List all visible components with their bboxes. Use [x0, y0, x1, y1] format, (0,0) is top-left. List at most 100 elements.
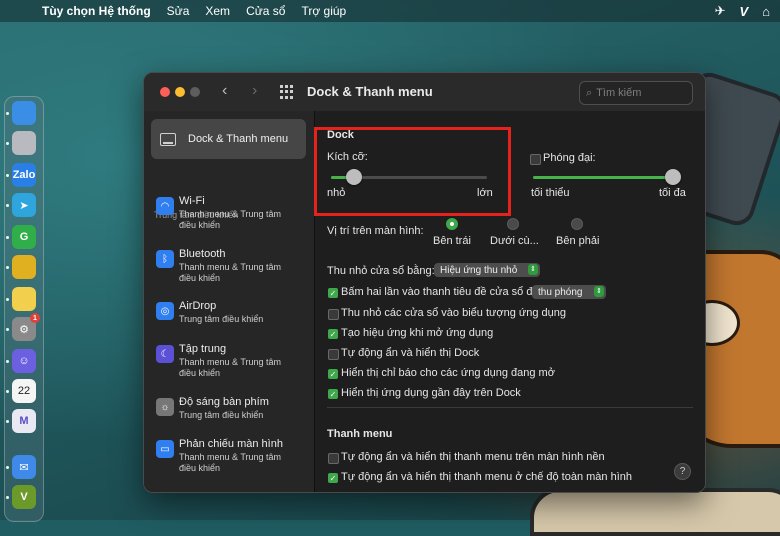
- back-icon[interactable]: ‹: [222, 82, 227, 100]
- minimize-label: Thu nhỏ cửa sổ bằng:: [327, 265, 435, 277]
- magnification-slider[interactable]: [533, 169, 681, 185]
- notification-badge: 1: [30, 313, 40, 323]
- minimize-effect-value: Hiệu ứng thu nhỏ: [440, 264, 518, 276]
- menu-help[interactable]: Trợ giúp: [301, 4, 346, 18]
- highlight-annotation-box: [314, 127, 511, 216]
- sidebar-item-dock-menubar[interactable]: Dock & Thanh menu: [151, 119, 306, 159]
- running-indicator: [6, 112, 9, 115]
- menu-bar: Tùy chọn Hệ thống Sửa Xem Cửa sổ Trợ giú…: [0, 0, 780, 22]
- dock-app-app-v-icon[interactable]: V: [12, 485, 36, 509]
- position-right-radio[interactable]: [571, 218, 583, 230]
- dock-app-telegram-icon[interactable]: ➤: [12, 193, 36, 217]
- sidebar-item-label: Dock & Thanh menu: [188, 133, 289, 145]
- search-icon: ⌕: [586, 86, 593, 99]
- dock: Zalo ➤ G ⚙ 1 ☺ 22 M ✉ V: [4, 96, 44, 522]
- system-preferences-window: ‹ › Dock & Thanh menu ⌕ Tìm kiếm Dock & …: [143, 72, 706, 493]
- airdrop-icon: ◎: [156, 302, 174, 320]
- position-label: Vị trí trên màn hình:: [327, 225, 424, 237]
- checkbox-label: Thu nhỏ các cửa sổ vào biểu tượng ứng dụ…: [341, 307, 567, 319]
- section-divider: [327, 407, 693, 408]
- status-extra-icon-2[interactable]: V: [739, 4, 748, 19]
- dock-app-mail-icon[interactable]: ✉: [12, 455, 36, 479]
- checkbox[interactable]: ✓: [328, 369, 338, 379]
- dock-app-app-green-icon[interactable]: G: [12, 225, 36, 249]
- running-indicator: [6, 298, 9, 301]
- status-extra-icon-3[interactable]: ⌂: [762, 4, 770, 19]
- position-bottom-radio[interactable]: [507, 218, 519, 230]
- search-placeholder: Tìm kiếm: [596, 87, 642, 99]
- preferences-content: Dock Kích cỡ: nhỏ lớn Phóng đại: tối thi…: [314, 111, 705, 492]
- forward-icon[interactable]: ›: [252, 82, 257, 100]
- sidebar-item-subtitle: Trung tâm điều khiển: [179, 410, 264, 420]
- dock-app-system-preferences-icon[interactable]: ⚙ 1: [12, 313, 40, 341]
- keyboard-brightness-icon: ☼: [156, 398, 174, 416]
- running-indicator: [6, 360, 9, 363]
- status-extra-icon-1[interactable]: ✈: [715, 3, 726, 19]
- checkbox[interactable]: [328, 349, 339, 360]
- moon-icon: ☾: [156, 345, 174, 363]
- magnification-slider-knob[interactable]: [665, 169, 681, 185]
- minimize-button[interactable]: [175, 87, 185, 97]
- wifi-icon: ◠: [156, 197, 174, 215]
- select-chevron-icon: ⇕: [528, 264, 538, 275]
- magnify-label: Phóng đại:: [543, 152, 596, 164]
- bluetooth-icon: ᛒ: [156, 250, 174, 268]
- window-titlebar: ‹ › Dock & Thanh menu ⌕ Tìm kiếm: [144, 73, 705, 111]
- checkbox[interactable]: ✓: [328, 329, 338, 339]
- position-left-label: Bên trái: [433, 235, 471, 247]
- sidebar: Dock & Thanh menu Trung tâm điều khiển ◠…: [144, 111, 315, 492]
- checkbox-label: Hiển thị chỉ báo cho các ứng dụng đang m…: [341, 367, 555, 379]
- running-indicator: [6, 466, 9, 469]
- sidebar-item-label: Bluetooth: [179, 248, 226, 260]
- dock-app-launchpad-icon[interactable]: [12, 131, 36, 155]
- menu-app-name[interactable]: Tùy chọn Hệ thống: [42, 4, 151, 18]
- sidebar-item-subtitle: Thanh menu & Trung tâm điều khiển: [179, 452, 282, 473]
- sidebar-item-label: AirDrop: [179, 300, 217, 312]
- doubleclick-action-select[interactable]: thu phóng ⇕: [532, 285, 606, 299]
- checkbox[interactable]: ✓: [328, 389, 338, 399]
- zoom-button[interactable]: [190, 87, 200, 97]
- wallpaper-art-bottom: [530, 488, 780, 536]
- checkbox[interactable]: [328, 453, 339, 464]
- help-button[interactable]: ?: [674, 463, 691, 480]
- screen-mirroring-icon: ▭: [156, 440, 174, 458]
- show-all-grid-icon[interactable]: [280, 85, 294, 99]
- dock-menubar-icon: [160, 132, 176, 146]
- doubleclick-action-value: thu phóng: [538, 286, 583, 298]
- dock-app-calendar-icon[interactable]: 22: [12, 379, 36, 403]
- dock-app-chrome-icon[interactable]: [12, 255, 36, 279]
- search-field[interactable]: ⌕ Tìm kiếm: [579, 81, 693, 105]
- checkbox[interactable]: [328, 309, 339, 320]
- close-button[interactable]: [160, 87, 170, 97]
- menu-extras: ✈ V ⌂: [715, 3, 770, 19]
- window-title: Dock & Thanh menu: [307, 84, 433, 99]
- running-indicator: [6, 142, 9, 145]
- menu-view[interactable]: Xem: [205, 4, 230, 18]
- sidebar-item-subtitle: Trung tâm điều khiển: [179, 314, 264, 324]
- minimize-effect-select[interactable]: Hiệu ứng thu nhỏ ⇕: [434, 263, 540, 277]
- dock-app-app-m-icon[interactable]: M: [12, 409, 36, 433]
- sidebar-item-label: Phản chiếu màn hình: [179, 438, 283, 450]
- menu-edit[interactable]: Sửa: [167, 4, 190, 18]
- menubar-section-title: Thanh menu: [327, 428, 393, 440]
- magnify-min-label: tối thiểu: [531, 187, 570, 199]
- running-indicator: [6, 496, 9, 499]
- menu-window[interactable]: Cửa sổ: [246, 4, 285, 18]
- running-indicator: [6, 266, 9, 269]
- checkbox-label: Tự động ẩn và hiển thị Dock: [341, 347, 480, 359]
- sidebar-item-label: Wi-Fi: [179, 195, 205, 207]
- dock-app-notes-icon[interactable]: [12, 287, 36, 311]
- dock-app-finder-icon[interactable]: [12, 101, 36, 125]
- magnify-checkbox[interactable]: [530, 154, 541, 165]
- checkbox[interactable]: ✓: [328, 288, 338, 298]
- sidebar-item-subtitle: Thanh menu & Trung tâm điều khiển: [179, 357, 282, 378]
- position-left-radio[interactable]: [446, 218, 458, 230]
- running-indicator: [6, 174, 9, 177]
- select-chevron-icon: ⇕: [594, 286, 604, 297]
- checkbox[interactable]: ✓: [328, 473, 338, 483]
- dock-app-discord-icon[interactable]: ☺: [12, 349, 36, 373]
- dock-app-zalo-icon[interactable]: Zalo: [12, 163, 36, 187]
- running-indicator: [6, 204, 9, 207]
- checkbox-label: Hiển thị ứng dụng gần đây trên Dock: [341, 387, 521, 399]
- sidebar-item-label: Độ sáng bàn phím: [179, 396, 269, 408]
